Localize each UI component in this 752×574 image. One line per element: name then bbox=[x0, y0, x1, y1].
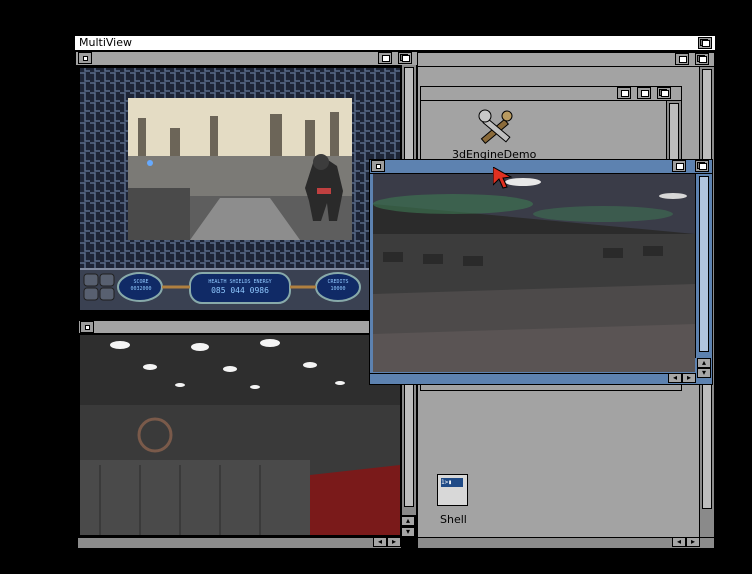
depth-icon[interactable] bbox=[657, 87, 671, 99]
zoom-icon[interactable] bbox=[675, 53, 689, 65]
scroll-left-icon[interactable]: ◂ bbox=[373, 537, 387, 547]
scroll-right-icon[interactable]: ▸ bbox=[387, 537, 401, 547]
shell-icon-glyph: 1>▮ bbox=[441, 478, 463, 487]
hud-credits: CREDITS 10000 bbox=[320, 279, 356, 293]
hud-score: SCORE 0032000 bbox=[123, 279, 159, 293]
depth-icon[interactable] bbox=[695, 160, 709, 172]
hud-stats-values: 085 044 0986 bbox=[211, 286, 269, 295]
lower-window-titlebar[interactable] bbox=[78, 320, 401, 334]
shell-icon[interactable]: 1>▮ bbox=[437, 474, 468, 506]
horizontal-scrollbar[interactable]: ◂ ▸ bbox=[418, 537, 714, 548]
scroll-up-icon[interactable]: ▴ bbox=[697, 358, 711, 368]
scroll-left-icon[interactable]: ◂ bbox=[668, 373, 682, 383]
workbench-titlebar[interactable] bbox=[418, 53, 714, 67]
hud-credits-value: 10000 bbox=[330, 286, 346, 292]
hud-stats: HEALTH SHIELDS ENERGY 085 044 0986 bbox=[192, 279, 288, 296]
horizontal-scrollbar[interactable]: ◂ ▸ bbox=[370, 373, 696, 384]
close-icon[interactable] bbox=[78, 52, 92, 64]
drawer-titlebar[interactable] bbox=[421, 87, 681, 101]
scroll-down-icon[interactable]: ▾ bbox=[401, 527, 415, 537]
vertical-scrollbar[interactable] bbox=[695, 174, 711, 358]
horizontal-scrollbar[interactable]: ◂ ▸ bbox=[78, 537, 401, 548]
hud-score-value: 0032000 bbox=[130, 286, 152, 292]
close-icon[interactable] bbox=[80, 321, 94, 333]
zoom-icon[interactable] bbox=[637, 87, 651, 99]
scroll-left-icon[interactable]: ◂ bbox=[672, 537, 686, 547]
game-view-active[interactable] bbox=[373, 174, 695, 372]
scroll-up-icon[interactable]: ▴ bbox=[401, 516, 415, 526]
close-icon[interactable] bbox=[371, 160, 385, 172]
scroll-right-icon[interactable]: ▸ bbox=[682, 373, 696, 383]
hud-stats-labels: HEALTH SHIELDS ENERGY bbox=[208, 279, 272, 285]
game-view-bottom[interactable] bbox=[80, 335, 400, 535]
game-view-top[interactable]: SCORE 0032000 HEALTH SHIELDS ENERGY 085 … bbox=[80, 68, 400, 310]
scroll-right-icon[interactable]: ▸ bbox=[686, 537, 700, 547]
hud-score-label: SCORE bbox=[133, 279, 149, 285]
zoom-icon[interactable] bbox=[672, 160, 686, 172]
tools-icon[interactable] bbox=[473, 108, 517, 148]
active-view-titlebar[interactable] bbox=[370, 160, 712, 174]
shell-icon-label[interactable]: Shell bbox=[440, 513, 467, 526]
hud-credits-label: CREDITS bbox=[327, 279, 349, 285]
screen-depth-gadget[interactable] bbox=[698, 37, 712, 49]
scroll-knob[interactable] bbox=[699, 176, 709, 352]
scroll-down-icon[interactable]: ▾ bbox=[697, 368, 711, 378]
depth-icon[interactable] bbox=[695, 53, 709, 65]
mouse-pointer-icon bbox=[492, 166, 515, 189]
zoom-icon[interactable] bbox=[378, 52, 392, 64]
screen-title: MultiView bbox=[79, 36, 132, 49]
depth-icon[interactable] bbox=[398, 52, 412, 64]
screen-title-bar: MultiView bbox=[75, 36, 715, 51]
iconify-icon[interactable] bbox=[617, 87, 631, 99]
